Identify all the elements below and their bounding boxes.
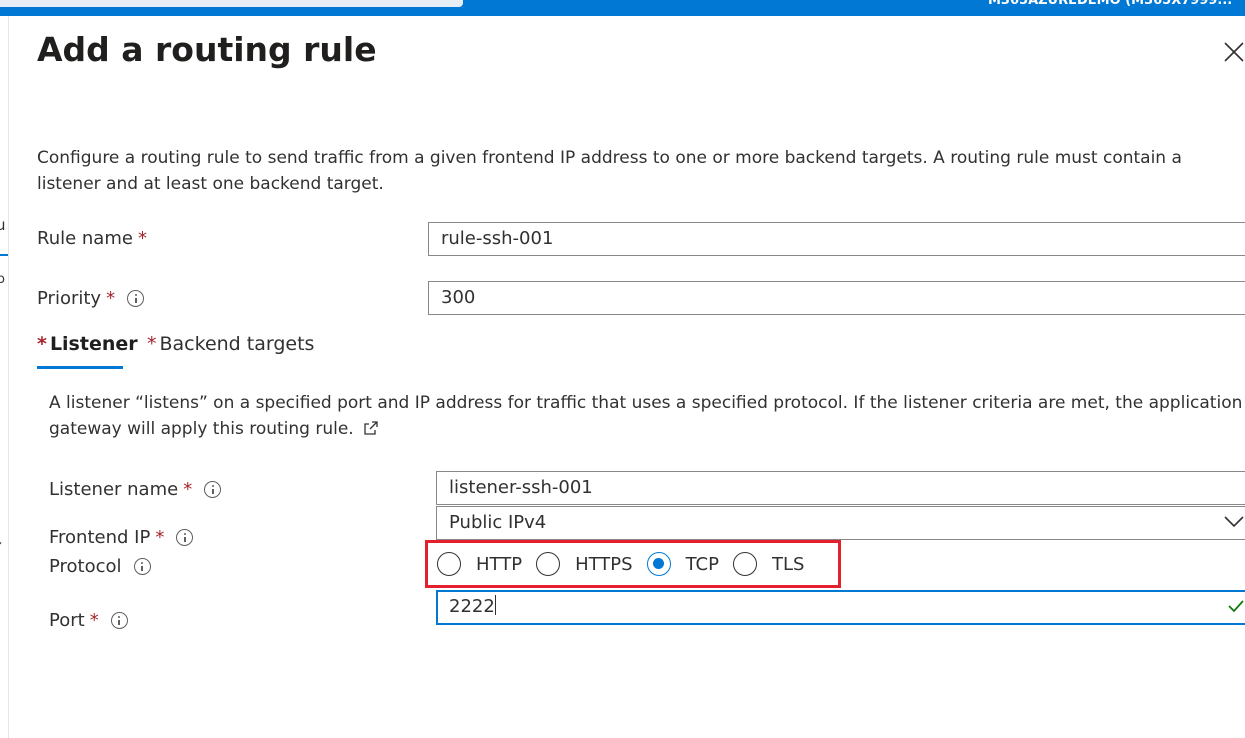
required-asterisk: * (183, 479, 193, 500)
radio-circle[interactable] (732, 552, 757, 576)
listener-description-text: A listener “listens” on a specified port… (49, 393, 1243, 439)
info-icon[interactable] (127, 290, 145, 307)
priority-label: Priority * (37, 288, 145, 309)
listener-name-input[interactable]: listener-ssh-001 (436, 471, 1245, 505)
radio-label: HTTP (476, 553, 523, 575)
checkmark-icon (1228, 600, 1244, 613)
listener-name-label: Listener name * (49, 479, 222, 500)
radio-circle[interactable] (536, 552, 561, 576)
active-tab-indicator (37, 366, 123, 369)
protocol-label-text: Protocol (49, 556, 122, 577)
required-asterisk: * (106, 288, 116, 309)
required-asterisk: * (137, 228, 147, 249)
rule-name-label-text: Rule name (37, 228, 133, 249)
rule-name-input[interactable]: rule-ssh-001 (428, 222, 1245, 256)
port-input-value: 2222 (449, 596, 495, 617)
text-cursor (494, 595, 496, 615)
tab-listener[interactable]: * Listener (37, 333, 138, 355)
info-icon[interactable] (204, 481, 222, 498)
required-asterisk: * (37, 333, 47, 355)
top-bar: M365AZUREDEMO (M365X7999... (0, 0, 1245, 16)
chevron-down-icon[interactable] (1224, 515, 1244, 529)
panel-title: Add a routing rule (37, 30, 377, 69)
protocol-option-tcp[interactable]: TCP (646, 552, 719, 576)
background-blade-text: o (0, 272, 5, 287)
radio-circle[interactable] (437, 552, 461, 576)
account-name[interactable]: M365AZUREDEMO (M365X7999... (988, 0, 1232, 8)
rule-name-label: Rule name * (37, 228, 147, 249)
radio-label: TLS (771, 553, 805, 575)
port-label-text: Port (49, 610, 85, 631)
info-icon[interactable] (110, 612, 128, 629)
background-blade-marker: › (0, 538, 2, 549)
frontend-ip-selected-value: Public IPv4 (449, 512, 547, 533)
radio-circle-selected[interactable] (646, 552, 671, 576)
required-asterisk: * (147, 333, 157, 355)
frontend-ip-label: Frontend IP * (49, 527, 194, 548)
frontend-ip-dropdown[interactable]: Public IPv4 (436, 506, 1245, 540)
panel-description: Configure a routing rule to send traffic… (37, 148, 1182, 194)
close-button[interactable] (1222, 40, 1245, 64)
protocol-option-tls[interactable]: TLS (732, 552, 805, 576)
priority-input[interactable]: 300 (428, 281, 1245, 315)
radio-label: TCP (685, 553, 719, 575)
close-icon (1224, 42, 1244, 62)
tab-backend-targets-label: Backend targets (159, 333, 315, 355)
listener-description: A listener “listens” on a specified port… (49, 390, 1244, 442)
protocol-label: Protocol (49, 556, 151, 577)
priority-label-text: Priority (37, 288, 102, 309)
tab-listener-label: Listener (49, 333, 138, 355)
info-icon[interactable] (176, 529, 194, 546)
required-asterisk: * (89, 610, 99, 631)
port-label: Port * (49, 610, 128, 631)
global-search-box[interactable] (0, 0, 463, 7)
frontend-ip-label-text: Frontend IP (49, 527, 151, 548)
background-blade: u o › (0, 16, 9, 738)
external-link-icon[interactable] (363, 420, 379, 436)
radio-label: HTTPS (575, 553, 633, 575)
tab-backend-targets[interactable]: * Backend targets (147, 333, 314, 355)
port-input[interactable]: 2222 (436, 590, 1245, 625)
protocol-radio-group: HTTP HTTPS TCP TLS (437, 551, 818, 577)
listener-name-label-text: Listener name (49, 479, 179, 500)
background-blade-selected-tab (0, 230, 8, 256)
protocol-option-https[interactable]: HTTPS (536, 552, 633, 576)
protocol-option-http[interactable]: HTTP (437, 552, 522, 576)
required-asterisk: * (155, 527, 165, 548)
info-icon[interactable] (133, 558, 151, 575)
